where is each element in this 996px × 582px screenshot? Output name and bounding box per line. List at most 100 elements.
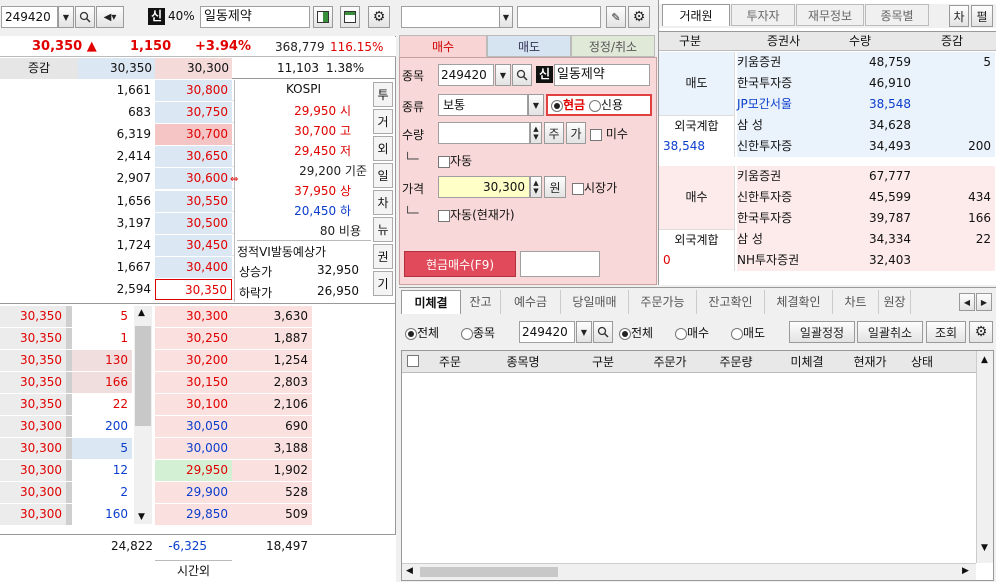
unit-button[interactable]: 주 (544, 122, 564, 144)
side-tab-6[interactable]: 권 (373, 244, 393, 269)
vertical-scrollbar[interactable]: ▲ ▼ (976, 351, 993, 563)
account-dropdown-button[interactable]: ▼ (499, 6, 513, 28)
order-code-input[interactable]: 249420 (438, 64, 494, 86)
order-type-dropdown[interactable]: ▼ (528, 94, 544, 116)
qty-stepper[interactable]: ▲ ▼ (530, 122, 542, 144)
query-button[interactable]: 조회 (926, 321, 966, 343)
tab-investor[interactable]: 투자자 (731, 4, 795, 26)
ask-row[interactable]: 2,414 30,650 (0, 146, 234, 167)
scroll-thumb[interactable] (135, 326, 151, 426)
col-2[interactable]: 구분 (578, 351, 628, 373)
bid-row[interactable]: 30,350 130 30,200 1,254 (0, 350, 396, 371)
filter-search-button[interactable] (593, 321, 613, 343)
market-price-checkbox[interactable] (572, 182, 584, 195)
sound-button[interactable]: ◀▾ (96, 6, 124, 28)
ask-price[interactable]: 30,700 (155, 124, 232, 145)
tab-orders-4[interactable]: 주문가능 (629, 290, 697, 314)
stock-code-input[interactable]: 249420 (1, 6, 58, 28)
auto-qty-option[interactable]: 자동 (438, 152, 472, 169)
filter-code-input[interactable]: 249420 (519, 321, 575, 343)
tab-sell[interactable]: 매도 (487, 35, 571, 57)
bid-row[interactable]: 30,350 166 30,150 2,803 (0, 372, 396, 393)
ask-price[interactable]: 30,650 (155, 146, 232, 167)
ask-price[interactable]: 30,450 (155, 235, 232, 256)
select-all-checkbox[interactable] (407, 355, 419, 367)
scroll-left-arrow[interactable]: ◀ (406, 566, 413, 576)
bid-row[interactable]: 30,300 200 30,050 690 (0, 416, 396, 437)
ask-price[interactable]: 30,800 (155, 80, 232, 101)
bulk-edit-button[interactable]: 일괄정정 (789, 321, 855, 343)
filter-stock-option[interactable]: 종목 (461, 324, 495, 341)
side-sell-option[interactable]: 매도 (731, 324, 765, 341)
side-tab-4[interactable]: 차 (373, 190, 393, 215)
ask-row[interactable]: 1,724 30,450 (0, 235, 234, 256)
filter-code-dropdown[interactable]: ▼ (576, 321, 592, 343)
tab-by-stock[interactable]: 종목별 (865, 4, 929, 26)
bid-price[interactable]: 29,950 (155, 460, 232, 481)
order-qty-input[interactable] (438, 122, 530, 144)
ask-row[interactable]: 1,667 30,400 (0, 257, 234, 278)
orders-settings-button[interactable]: ⚙ (969, 321, 993, 343)
tab-buy[interactable]: 매수 (399, 35, 487, 57)
ask-row[interactable]: 3,197 30,500 (0, 213, 234, 234)
bid-price[interactable]: 30,150 (155, 372, 232, 393)
ask-row[interactable]: 6,319 30,700 (0, 124, 234, 145)
side-tab-7[interactable]: 기 (373, 271, 393, 296)
chevron-down-icon[interactable]: ▼ (138, 512, 145, 522)
bid-price[interactable]: 30,000 (155, 438, 232, 459)
bid-scrollbar[interactable]: ▲ ▼ (134, 306, 152, 524)
cash-radio[interactable] (551, 99, 563, 112)
col-1[interactable]: 종목명 (478, 351, 568, 373)
tab-orders-1[interactable]: 잔고 (461, 290, 501, 314)
bulk-cancel-button[interactable]: 일괄취소 (857, 321, 923, 343)
bid-row[interactable]: 30,300 160 29,850 509 (0, 504, 396, 525)
layout-button-1[interactable] (313, 6, 333, 28)
horizontal-scrollbar[interactable]: ◀ ▶ (402, 563, 976, 580)
bid-row[interactable]: 30,300 12 29,950 1,902 (0, 460, 396, 481)
col-4[interactable]: 주문량 (702, 351, 770, 373)
afterhours-label[interactable]: 시간외 (155, 560, 232, 581)
password-input[interactable] (517, 6, 601, 28)
col-5[interactable]: 미체결 (782, 351, 832, 373)
filter-stock-radio[interactable] (461, 327, 473, 340)
expand-button[interactable]: 펼 (971, 5, 993, 27)
code-dropdown-button[interactable]: ▼ (58, 6, 74, 28)
scroll-down-arrow[interactable]: ▼ (981, 543, 988, 553)
misu-option[interactable]: 미수 (590, 125, 628, 142)
tab-orders-7[interactable]: 차트 (833, 290, 879, 314)
side-tab-2[interactable]: 외 (373, 136, 393, 161)
tab-orders-0[interactable]: 미체결 (401, 290, 461, 314)
side-all-option[interactable]: 전체 (619, 324, 653, 341)
ask-price[interactable]: 30,600 (155, 168, 232, 189)
tab-orders-6[interactable]: 체결확인 (765, 290, 833, 314)
bid-row[interactable]: 30,350 22 30,100 2,106 (0, 394, 396, 415)
edit-button[interactable]: ✎ (606, 6, 626, 28)
side-tab-5[interactable]: 뉴 (373, 217, 393, 242)
scroll-right-arrow[interactable]: ▶ (962, 566, 969, 576)
ask-price[interactable]: 30,350 (155, 279, 232, 300)
won-button[interactable]: 원 (544, 176, 566, 198)
col-3[interactable]: 주문가 (640, 351, 700, 373)
filter-all-option[interactable]: 전체 (405, 324, 439, 341)
market-price-option[interactable]: 시장가 (572, 179, 617, 196)
bid-row[interactable]: 30,350 5 30,300 3,630 (0, 306, 396, 327)
side-buy-radio[interactable] (675, 327, 687, 340)
col-0[interactable]: 주문 (430, 351, 470, 373)
bid-price[interactable]: 30,050 (155, 416, 232, 437)
ask-row[interactable]: 1,661 30,800 (0, 80, 234, 101)
layout-button-2[interactable] (340, 6, 360, 28)
tab-scroll-right[interactable]: ▶ (976, 293, 992, 311)
scroll-thumb[interactable] (420, 567, 558, 577)
price-stepper[interactable]: ▲ ▼ (530, 176, 542, 198)
scroll-up-arrow[interactable]: ▲ (981, 355, 988, 365)
order-search-button[interactable] (512, 64, 532, 86)
order-price-input[interactable]: 30,300 (438, 176, 530, 198)
ask-price[interactable]: 30,750 (155, 102, 232, 123)
bid-row[interactable]: 30,350 1 30,250 1,887 (0, 328, 396, 349)
ask-row[interactable]: 1,656 30,550 (0, 191, 234, 212)
bid-price[interactable]: 30,250 (155, 328, 232, 349)
misu-checkbox[interactable] (590, 128, 602, 141)
order-settings-button[interactable]: ⚙ (628, 6, 650, 28)
side-tab-1[interactable]: 거 (373, 109, 393, 134)
col-6[interactable]: 현재가 (842, 351, 898, 373)
